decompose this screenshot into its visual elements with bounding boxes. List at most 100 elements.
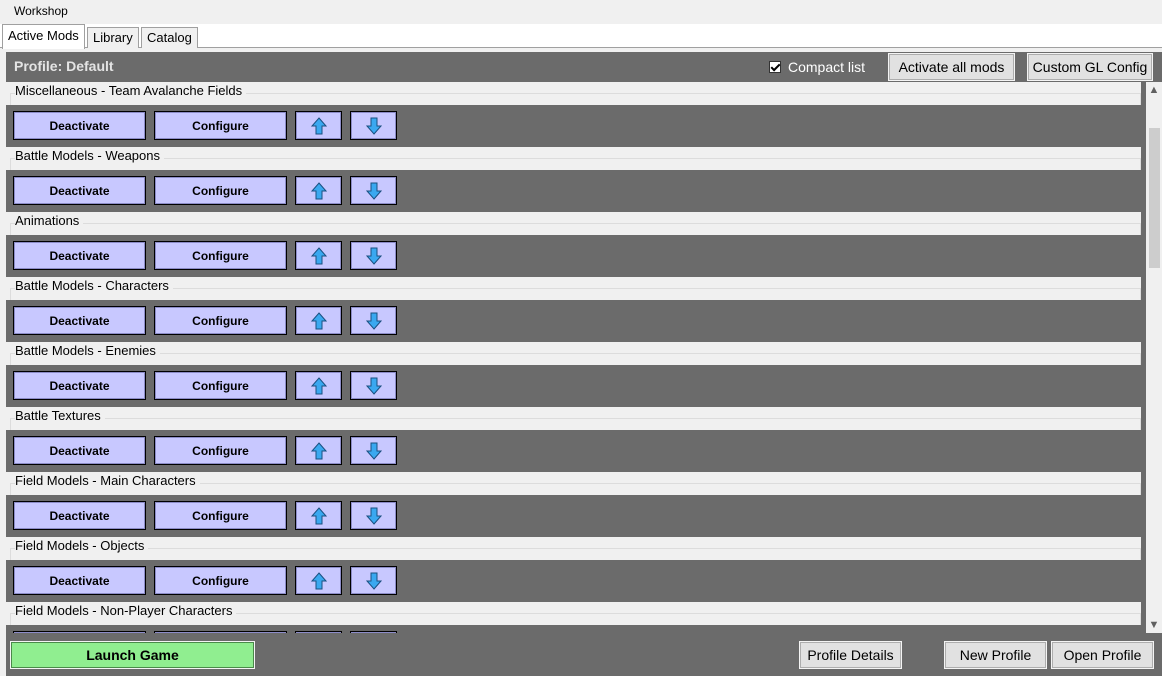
move-down-button[interactable] <box>350 501 397 530</box>
deactivate-button[interactable]: Deactivate <box>13 176 146 205</box>
configure-button[interactable]: Configure <box>154 501 287 530</box>
menu-workshop[interactable]: Workshop <box>8 4 74 18</box>
move-down-button[interactable] <box>350 241 397 270</box>
mod-header: Battle Models - Weapons <box>6 147 1141 170</box>
move-up-button[interactable] <box>295 306 342 335</box>
deactivate-button[interactable]: Deactivate <box>13 566 146 595</box>
move-down-button[interactable] <box>350 111 397 140</box>
arrow-up-icon <box>310 246 327 264</box>
mod-header: Field Models - Objects <box>6 537 1141 560</box>
mod-title: Battle Textures <box>15 408 105 423</box>
arrow-down-icon <box>365 377 382 395</box>
tab-catalog[interactable]: Catalog <box>141 27 198 48</box>
mod-entry: Field Models - Main Characters Deactivat… <box>6 472 1141 537</box>
mod-header: Field Models - Non-Player Characters <box>6 602 1141 625</box>
mod-title: Field Models - Non-Player Characters <box>15 603 237 618</box>
move-up-button[interactable] <box>295 111 342 140</box>
tab-library[interactable]: Library <box>87 27 139 48</box>
move-up-button[interactable] <box>295 436 342 465</box>
mod-group-frame <box>10 418 1141 430</box>
configure-button[interactable]: Configure <box>154 241 287 270</box>
new-profile-button[interactable]: New Profile <box>944 641 1047 669</box>
profile-details-button[interactable]: Profile Details <box>799 641 902 669</box>
arrow-up-icon <box>310 116 327 134</box>
move-up-button[interactable] <box>295 241 342 270</box>
mod-controls: Deactivate Configure <box>6 235 1141 277</box>
mod-header: Animations <box>6 212 1141 235</box>
open-profile-button[interactable]: Open Profile <box>1051 641 1154 669</box>
scrollbar-thumb[interactable] <box>1149 128 1160 268</box>
mod-controls: Deactivate Configure <box>6 170 1141 212</box>
mod-entry: Field Models - Non-Player Characters Dea… <box>6 602 1141 633</box>
mod-entry: Miscellaneous - Team Avalanche Fields De… <box>6 82 1141 147</box>
mod-group-frame <box>10 223 1141 235</box>
move-down-button[interactable] <box>350 371 397 400</box>
deactivate-button[interactable]: Deactivate <box>13 371 146 400</box>
arrow-down-icon <box>365 182 382 200</box>
arrow-down-icon <box>365 117 382 135</box>
configure-button[interactable]: Configure <box>154 631 287 633</box>
deactivate-button[interactable]: Deactivate <box>13 241 146 270</box>
arrow-up-icon <box>310 441 327 459</box>
mod-controls: Deactivate Configure <box>6 365 1141 407</box>
mod-title: Animations <box>15 213 84 228</box>
mod-header: Miscellaneous - Team Avalanche Fields <box>6 82 1141 105</box>
scroll-down-icon[interactable]: ▼ <box>1146 617 1162 633</box>
compact-list-checkbox[interactable] <box>769 61 781 73</box>
move-down-button[interactable] <box>350 631 397 633</box>
move-down-button[interactable] <box>350 566 397 595</box>
mod-controls: Deactivate Configure <box>6 300 1141 342</box>
arrow-down-icon <box>365 312 382 330</box>
scroll-up-icon[interactable]: ▲ <box>1146 82 1162 98</box>
configure-button[interactable]: Configure <box>154 176 287 205</box>
mod-list[interactable]: Miscellaneous - Team Avalanche Fields De… <box>6 82 1146 633</box>
mod-entry: Battle Models - Weapons Deactivate Confi… <box>6 147 1141 212</box>
deactivate-button[interactable]: Deactivate <box>13 631 146 633</box>
activate-all-mods-button[interactable]: Activate all mods <box>888 53 1015 81</box>
compact-list-label: Compact list <box>788 59 866 75</box>
mod-entry: Field Models - Objects Deactivate Config… <box>6 537 1141 602</box>
move-up-button[interactable] <box>295 176 342 205</box>
move-down-button[interactable] <box>350 436 397 465</box>
configure-button[interactable]: Configure <box>154 436 287 465</box>
deactivate-button[interactable]: Deactivate <box>13 436 146 465</box>
mod-group-frame <box>10 288 1141 300</box>
arrow-up-icon <box>310 181 327 199</box>
move-up-button[interactable] <box>295 371 342 400</box>
configure-button[interactable]: Configure <box>154 306 287 335</box>
move-up-button[interactable] <box>295 566 342 595</box>
tab-active-mods[interactable]: Active Mods <box>2 24 85 49</box>
mod-title: Battle Models - Characters <box>15 278 173 293</box>
arrow-up-icon <box>310 571 327 589</box>
configure-button[interactable]: Configure <box>154 111 287 140</box>
mod-entry: Battle Models - Characters Deactivate Co… <box>6 277 1141 342</box>
move-up-button[interactable] <box>295 631 342 633</box>
mod-header: Battle Models - Enemies <box>6 342 1141 365</box>
configure-button[interactable]: Configure <box>154 566 287 595</box>
mod-header: Battle Textures <box>6 407 1141 430</box>
mod-controls: Deactivate Configure <box>6 625 1141 633</box>
deactivate-button[interactable]: Deactivate <box>13 501 146 530</box>
arrow-down-icon <box>365 572 382 590</box>
move-down-button[interactable] <box>350 176 397 205</box>
menubar: Workshop <box>0 0 1162 24</box>
move-down-button[interactable] <box>350 306 397 335</box>
compact-list-toggle[interactable]: Compact list <box>769 59 865 75</box>
mod-list-scrollbar[interactable]: ▲ ▼ <box>1146 82 1162 633</box>
arrow-up-icon <box>310 311 327 329</box>
mod-controls: Deactivate Configure <box>6 495 1141 537</box>
deactivate-button[interactable]: Deactivate <box>13 111 146 140</box>
move-up-button[interactable] <box>295 501 342 530</box>
mod-controls: Deactivate Configure <box>6 560 1141 602</box>
custom-gl-config-button[interactable]: Custom GL Config <box>1027 53 1153 81</box>
configure-button[interactable]: Configure <box>154 371 287 400</box>
mod-title: Battle Models - Weapons <box>15 148 164 163</box>
tab-strip: Active Mods Library Catalog <box>0 24 1162 49</box>
deactivate-button[interactable]: Deactivate <box>13 306 146 335</box>
profile-bar: Profile: Default Compact list Activate a… <box>6 52 1162 82</box>
launch-game-button[interactable]: Launch Game <box>10 641 255 669</box>
mod-entry: Animations Deactivate Configure <box>6 212 1141 277</box>
mod-title: Battle Models - Enemies <box>15 343 160 358</box>
profile-title: Profile: Default <box>14 58 114 74</box>
arrow-down-icon <box>365 507 382 525</box>
